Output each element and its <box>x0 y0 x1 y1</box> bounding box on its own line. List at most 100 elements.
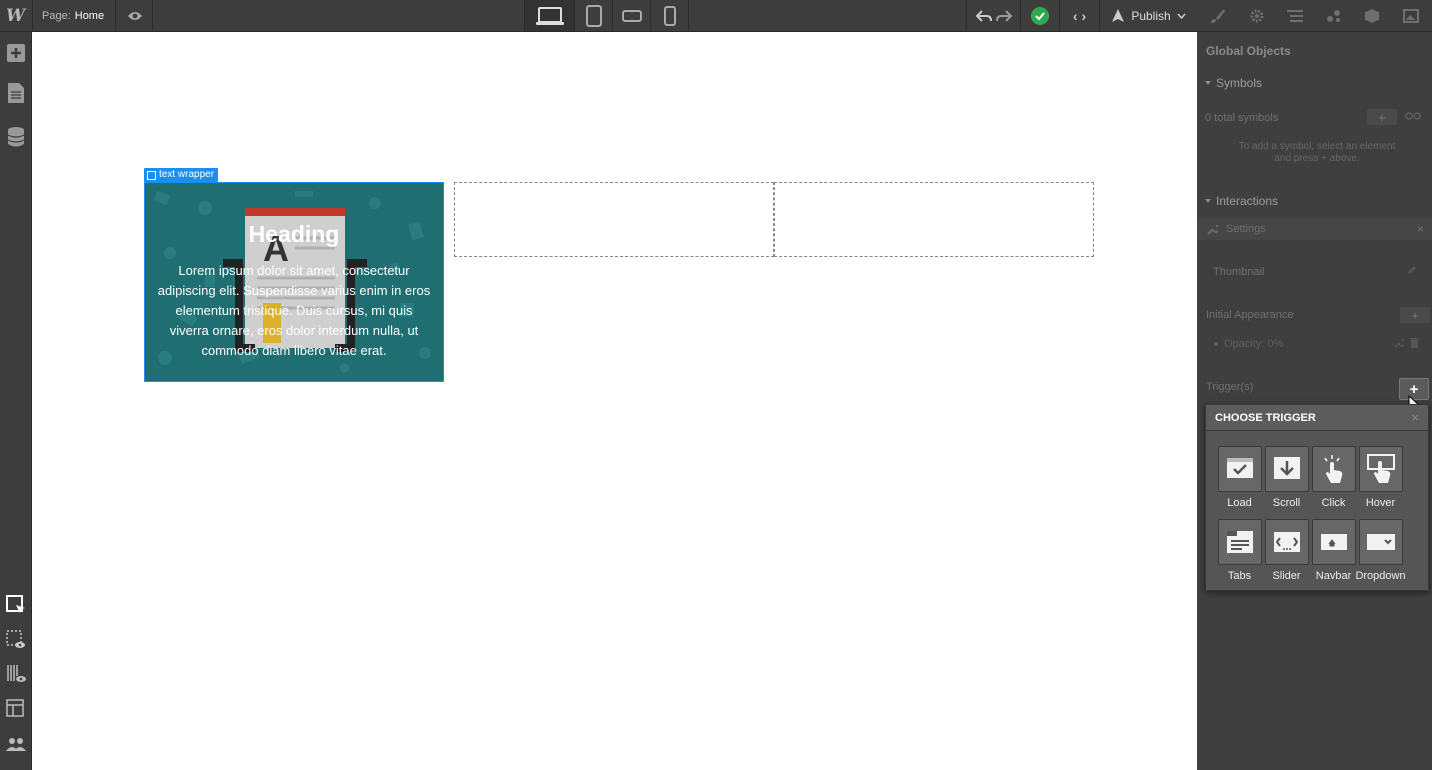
publish-icon <box>1112 8 1125 22</box>
laptop-icon <box>535 6 564 25</box>
dashed-eye-icon <box>5 630 25 648</box>
database-icon <box>7 127 24 147</box>
trigger-option-label: Slider <box>1272 570 1301 582</box>
trigger-option-label: Load <box>1227 497 1252 509</box>
interactions-tab[interactable] <box>1324 6 1344 26</box>
publish-button[interactable]: Publish <box>1099 0 1197 31</box>
cms-button[interactable] <box>0 122 31 152</box>
design-canvas[interactable]: text wrapper A Heading Lorem ipsum dolor… <box>32 32 1197 770</box>
wrench-icon <box>1207 224 1218 235</box>
close-settings-icon[interactable]: × <box>1417 222 1424 236</box>
empty-column-2[interactable] <box>774 182 1094 257</box>
add-symbol-button[interactable]: + <box>1367 109 1397 125</box>
symbols-section-header[interactable]: Symbols <box>1205 76 1262 90</box>
trigger-option-tabs[interactable]: Tabs <box>1216 519 1263 582</box>
trigger-option-navbar[interactable]: Navbar <box>1310 519 1357 582</box>
preview-edges-button[interactable] <box>0 625 31 655</box>
trash-icon[interactable] <box>1410 338 1419 348</box>
trigger-option-label: Dropdown <box>1355 570 1406 582</box>
interactions-section-header[interactable]: Interactions <box>1205 194 1278 208</box>
opacity-label: Opacity: 0% <box>1224 338 1284 350</box>
scroll-icon <box>1264 446 1309 492</box>
interaction-settings-row[interactable]: Settings × <box>1197 218 1432 240</box>
add-element-button[interactable] <box>0 38 31 68</box>
trigger-option-label: Navbar <box>1315 570 1352 582</box>
symbols-hint-line-1: To add a symbol, select an element <box>1238 141 1396 152</box>
publish-label: Publish <box>1131 8 1171 23</box>
settings-label: Settings <box>1226 223 1266 235</box>
assets-tab[interactable] <box>1362 6 1382 26</box>
click-icon <box>1311 446 1356 492</box>
team-button[interactable] <box>0 729 31 759</box>
page-selector-value: Home <box>74 9 105 22</box>
tablet-icon <box>585 4 602 27</box>
hero-heading[interactable]: Heading <box>145 221 443 248</box>
mobile-landscape-view-button[interactable] <box>613 0 651 31</box>
undo-redo-group <box>966 0 1020 31</box>
images-tab[interactable] <box>1401 6 1421 26</box>
selected-element-tag[interactable]: text wrapper <box>144 168 219 182</box>
code-icon: ‹ › <box>1072 7 1087 24</box>
triggers-label: Trigger(s) <box>1206 381 1254 393</box>
hover-icon <box>1358 446 1403 492</box>
phone-landscape-icon <box>621 9 642 22</box>
trigger-option-scroll[interactable]: Scroll <box>1263 446 1310 509</box>
redo-icon[interactable] <box>995 9 1012 23</box>
close-icon[interactable]: × <box>1411 410 1419 425</box>
element-box-icon <box>147 170 156 180</box>
thumbnail-label: Thumbnail <box>1213 266 1265 278</box>
trigger-option-hover[interactable]: Hover <box>1357 446 1404 509</box>
eye-icon <box>127 11 142 20</box>
wrench-icon[interactable] <box>1394 338 1404 348</box>
choose-trigger-popover: CHOOSE TRIGGER × Load Scroll Click Hover… <box>1205 404 1429 591</box>
desktop-view-button[interactable] <box>525 0 575 31</box>
edit-thumbnail-icon[interactable] <box>1407 265 1417 278</box>
text-wrapper-block[interactable]: A Heading Lorem ipsum dolor sit amet, co… <box>144 182 444 382</box>
preview-button[interactable] <box>117 0 153 31</box>
choose-trigger-header: CHOOSE TRIGGER × <box>1206 405 1428 431</box>
grid-overlay-button[interactable] <box>0 659 31 689</box>
navigator-tab[interactable] <box>1285 6 1305 26</box>
gear-icon <box>1250 9 1264 22</box>
choose-trigger-title: CHOOSE TRIGGER <box>1215 411 1316 424</box>
bullet-icon <box>1214 342 1218 346</box>
select-mode-button[interactable] <box>0 590 31 620</box>
cursor-box-icon <box>5 595 25 613</box>
designer-app: W Page: Home ‹ › Publish text wrapper A … <box>0 0 1432 770</box>
style-tab[interactable] <box>1208 6 1228 26</box>
trigger-option-dropdown[interactable]: Dropdown <box>1355 519 1406 582</box>
settings-tab[interactable] <box>1247 6 1267 26</box>
trigger-option-load[interactable]: Load <box>1216 446 1263 509</box>
cube-icon <box>1365 8 1380 23</box>
save-status-button[interactable] <box>1020 0 1059 31</box>
empty-column-1[interactable] <box>454 182 774 257</box>
load-icon <box>1217 446 1262 492</box>
collapse-triangle-icon <box>1205 81 1211 85</box>
symbols-hint: To add a symbol, select an element and p… <box>1205 141 1429 165</box>
navbar-icon <box>1311 519 1356 565</box>
layout-view-button[interactable] <box>0 694 31 724</box>
check-circle-icon <box>1031 6 1049 25</box>
layout-icon <box>5 699 24 717</box>
hero-paragraph[interactable]: Lorem ipsum dolor sit amet, consectetur … <box>157 261 431 361</box>
webflow-logo[interactable]: W <box>0 0 31 31</box>
mobile-portrait-view-button[interactable] <box>651 0 689 31</box>
people-icon <box>5 738 26 751</box>
trigger-option-label: Click <box>1321 497 1346 509</box>
trigger-option-slider[interactable]: Slider <box>1263 519 1310 582</box>
image-icon <box>1402 8 1419 23</box>
plus-square-icon <box>6 44 25 62</box>
trigger-option-label: Hover <box>1365 497 1396 509</box>
code-export-button[interactable]: ‹ › <box>1059 0 1099 31</box>
opacity-row[interactable]: Opacity: 0% <box>1214 338 1283 350</box>
tablet-view-button[interactable] <box>575 0 613 31</box>
undo-icon[interactable] <box>975 9 992 23</box>
page-selector[interactable]: Page: Home <box>32 0 116 31</box>
add-initial-appearance-button[interactable]: + <box>1400 307 1430 323</box>
link-symbol-icon[interactable] <box>1405 111 1421 124</box>
trigger-option-click[interactable]: Click <box>1310 446 1357 509</box>
interactions-header-label: Interactions <box>1216 194 1279 208</box>
list-icon <box>1287 9 1304 22</box>
panel-title: Global Objects <box>1206 44 1291 58</box>
pages-button[interactable] <box>0 78 31 108</box>
